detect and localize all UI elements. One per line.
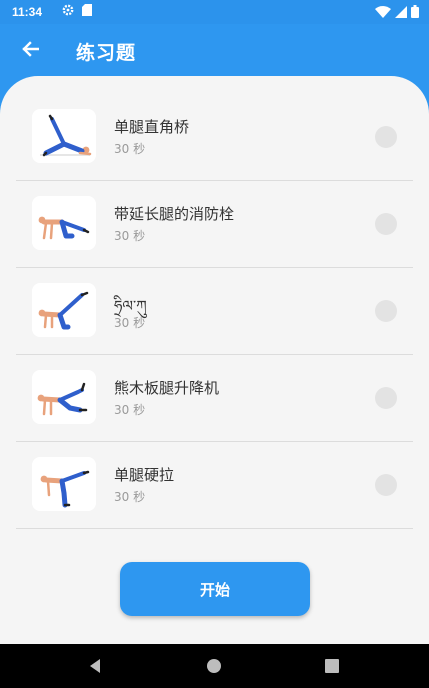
exercise-check-circle[interactable] [375,387,397,409]
exercise-thumbnail [32,283,96,337]
signal-icon [395,5,407,18]
exercise-name: 带延长腿的消防栓 [114,205,235,223]
battery-icon [411,5,419,18]
exercise-name: 熊木板腿升降机 [114,379,220,397]
settings-icon [62,4,74,16]
exercise-name: 单腿硬拉 [114,466,175,484]
exercise-duration: 30 秒 [114,142,146,156]
status-left-icons [62,4,92,16]
content-card: 单腿直角桥 30 秒 带延长腿的消防栓 30 秒 ཧྲིལ་ཀུ 30 秒 熊木… [0,76,429,644]
exercise-check-circle[interactable] [375,213,397,235]
exercise-row[interactable]: 单腿直角桥 30 秒 [16,94,413,181]
exercise-list: 单腿直角桥 30 秒 带延长腿的消防栓 30 秒 ཧྲིལ་ཀུ 30 秒 熊木… [16,94,413,529]
app-bar: 练习题 [0,24,429,78]
status-bar: 11:34 [0,0,429,24]
bear-plank-leg-lift-illustration [37,382,88,416]
nav-back-icon[interactable] [86,656,106,676]
status-time: 11:34 [12,5,43,19]
exercise-thumbnail [32,370,96,424]
exercise-check-circle[interactable] [375,300,397,322]
single-leg-bridge-illustration [40,114,92,157]
exercise-check-circle[interactable] [375,126,397,148]
single-leg-deadlift-illustration [40,470,90,508]
exercise-thumbnail [32,457,96,511]
exercise-name: 单腿直角桥 [114,118,190,136]
nav-recents-icon[interactable] [322,656,342,676]
exercise-duration: 30 秒 [114,316,146,330]
sd-card-icon [82,4,92,16]
exercise-thumbnail [32,196,96,250]
status-right-icons [375,5,419,18]
arrow-back-icon [21,41,40,61]
exercise-row[interactable]: 带延长腿的消防栓 30 秒 [16,181,413,268]
back-button[interactable] [14,36,46,66]
exercise-row[interactable]: 熊木板腿升降机 30 秒 [16,355,413,442]
nav-home-icon[interactable] [204,656,224,676]
exercise-thumbnail [32,109,96,163]
navigation-bar [0,644,429,688]
exercise-check-circle[interactable] [375,474,397,496]
exercise-row[interactable]: 单腿硬拉 30 秒 [16,442,413,529]
exercise-duration: 30 秒 [114,490,146,504]
fire-hydrant-leg-extension-illustration [38,216,90,240]
page-title: 练习题 [76,42,137,64]
exercise-duration: 30 秒 [114,403,146,417]
donkey-kick-illustration [38,291,89,330]
exercise-row[interactable]: ཧྲིལ་ཀུ 30 秒 [16,268,413,355]
start-button[interactable]: 开始 [120,562,310,616]
exercise-duration: 30 秒 [114,229,146,243]
wifi-icon [375,5,391,18]
